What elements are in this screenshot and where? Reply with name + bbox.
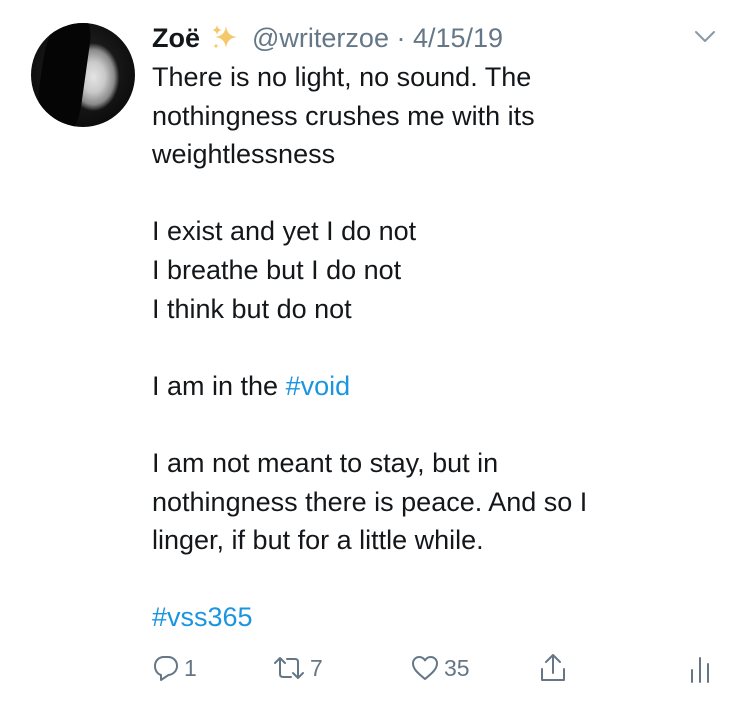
text-line <box>152 174 672 213</box>
analytics-icon <box>691 657 709 683</box>
like-icon <box>412 656 438 680</box>
hashtag-vss365[interactable]: #vss365 <box>152 598 672 637</box>
sparkles-icon <box>210 23 240 53</box>
text-line: weightlessness <box>152 139 336 170</box>
text-line <box>152 405 672 444</box>
avatar[interactable] <box>31 23 135 127</box>
action-bar: 1 7 35 <box>152 648 722 688</box>
text-line: I think but do not <box>152 293 352 324</box>
tweet-text: There is no light, no sound. The nothing… <box>152 58 672 637</box>
handle-date[interactable]: @writerzoe · 4/15/19 <box>252 23 503 54</box>
text-line <box>152 560 672 599</box>
like-count: 35 <box>444 654 470 681</box>
chevron-down-icon[interactable] <box>694 30 716 44</box>
author-name[interactable]: Zoë <box>152 23 200 54</box>
reply-count: 1 <box>184 654 197 681</box>
text-fragment: I am in the <box>152 370 286 401</box>
hashtag-void[interactable]: #void <box>286 371 351 401</box>
retweet-count: 7 <box>310 654 323 681</box>
text-line-with-hashtag: I am in the #void <box>152 367 672 406</box>
text-line: I exist and yet I do not <box>152 216 417 247</box>
text-line: nothingness there is peace. And so I <box>152 486 588 517</box>
tweet-header: Zoë @writerzoe · 4/15/19 <box>152 18 503 58</box>
retweet-icon <box>274 657 304 679</box>
avatar-hair <box>32 23 94 127</box>
text-line: I breathe but I do not <box>152 254 402 285</box>
reply-button[interactable]: 1 <box>152 648 197 688</box>
text-line: There is no light, no sound. The <box>152 62 532 92</box>
reply-icon <box>154 656 178 681</box>
analytics-button[interactable] <box>688 648 712 688</box>
text-line: nothingness crushes me with its <box>152 100 535 131</box>
text-line: I am not meant to stay, but in <box>152 447 499 478</box>
like-button[interactable]: 35 <box>410 648 470 688</box>
text-line <box>152 328 672 367</box>
retweet-button[interactable]: 7 <box>272 648 323 688</box>
text-line: linger, if but for a little while. <box>152 525 484 556</box>
share-icon <box>541 654 565 681</box>
share-button[interactable] <box>538 648 568 688</box>
